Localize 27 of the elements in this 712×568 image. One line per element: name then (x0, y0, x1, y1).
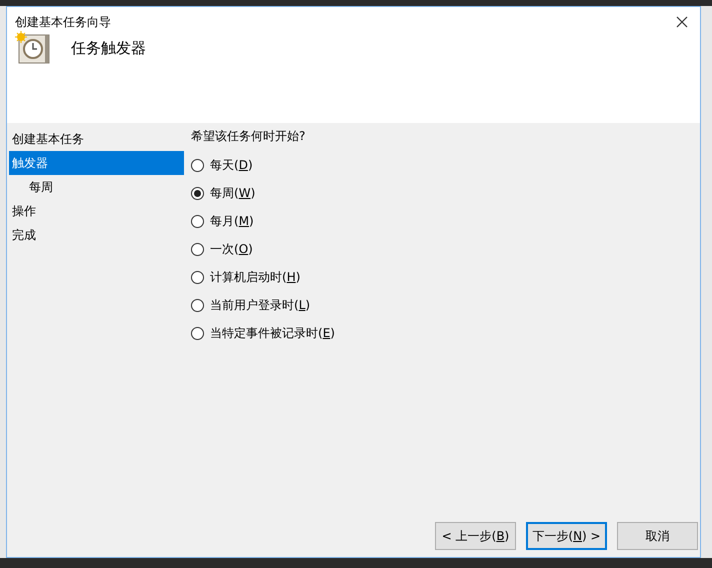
radio-button[interactable] (191, 214, 204, 228)
radio-button[interactable] (191, 158, 204, 172)
radio-option[interactable]: 每月(M) (191, 207, 254, 235)
window-title: 创建基本任务向导 (15, 14, 111, 31)
radio-button[interactable] (191, 326, 204, 340)
dialog-button[interactable]: < 上一步(B) (435, 522, 516, 550)
radio-option[interactable]: 每天(D) (191, 151, 253, 179)
close-icon (676, 16, 688, 28)
page-heading: 任务触发器 (71, 38, 146, 59)
radio-button[interactable] (191, 270, 204, 284)
radio-button[interactable] (191, 242, 204, 256)
step-item[interactable]: 创建基本任务 (9, 127, 184, 151)
radio-option[interactable]: 一次(O) (191, 235, 253, 263)
radio-option[interactable]: 当前用户登录时(L) (191, 291, 310, 319)
radio-option[interactable]: 每周(W) (191, 179, 256, 207)
step-item[interactable]: 每周 (9, 175, 184, 199)
question-text: 希望该任务何时开始? (191, 128, 306, 145)
step-item[interactable]: 操作 (9, 199, 184, 223)
radio-option[interactable]: 当特定事件被记录时(E) (191, 319, 335, 347)
clock-calendar-icon (15, 31, 51, 65)
step-item[interactable]: 完成 (9, 223, 184, 247)
dialog-button[interactable]: 取消 (617, 522, 698, 550)
dialog-button[interactable]: 下一步(N) > (526, 522, 607, 550)
radio-button[interactable] (191, 186, 204, 200)
radio-option[interactable]: 计算机启动时(H) (191, 263, 300, 291)
radio-button[interactable] (191, 298, 204, 312)
step-item[interactable]: 触发器 (9, 151, 184, 175)
